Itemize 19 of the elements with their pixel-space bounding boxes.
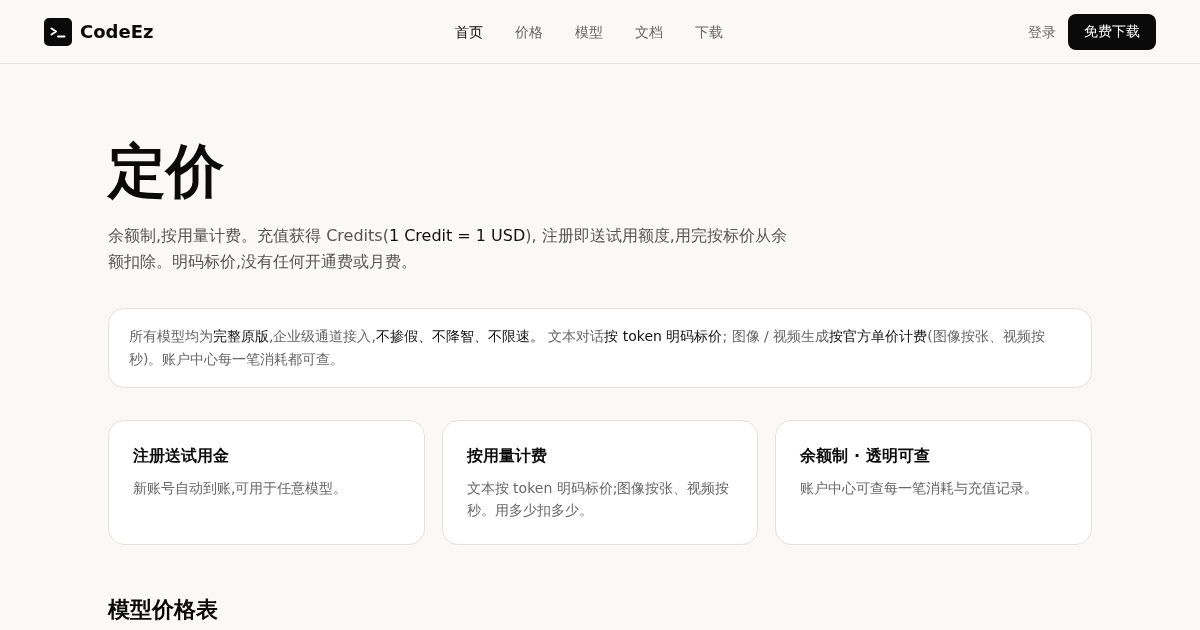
nav-link[interactable]: 首页 <box>455 21 483 42</box>
notice-text: 所有模型均为完整原版,企业级通道接入,不掺假、不降智、不限速。 文本对话按 token 明码标价; 图像 / 视频生成按官方单价计费(图像按张、视频按秒)。账户中心每一笔消耗都可查。 <box>108 308 1092 388</box>
page-description: 余额制,按用量计费。充值获得 Credits(1 Credit = 1 USD), 注册即送试用额度,用完按标价从余额扣除。明码标价,没有任何开通费或月费。 <box>108 225 788 273</box>
brand-name: CodeEz <box>80 21 154 42</box>
nav-link[interactable]: 文档 <box>635 21 663 42</box>
card-title: 注册送试用金 <box>133 445 230 467</box>
nav-link[interactable]: 模型 <box>575 21 603 42</box>
card-title: 按用量计费 <box>466 445 548 467</box>
page-title: 定价 <box>108 136 224 206</box>
section-heading: 模型价格表 <box>108 597 218 623</box>
nav-link[interactable]: 价格 <box>515 21 543 42</box>
login-link[interactable]: 登录 <box>1028 21 1056 42</box>
download-button[interactable]: 免费下载 <box>1068 13 1156 50</box>
card-title: 余额制 · 透明可查 <box>800 445 931 467</box>
terminal-icon <box>44 17 72 46</box>
card-description: 账户中心可查每一笔消耗与充值记录。 <box>800 479 1040 498</box>
card-description: 新账号自动到账,可用于任意模型。 <box>133 479 349 498</box>
card-description: 文本按 token 明码标价;图像按张、视频按秒。用多少扣多少。 <box>466 479 731 520</box>
nav-link[interactable]: 下载 <box>695 21 723 42</box>
